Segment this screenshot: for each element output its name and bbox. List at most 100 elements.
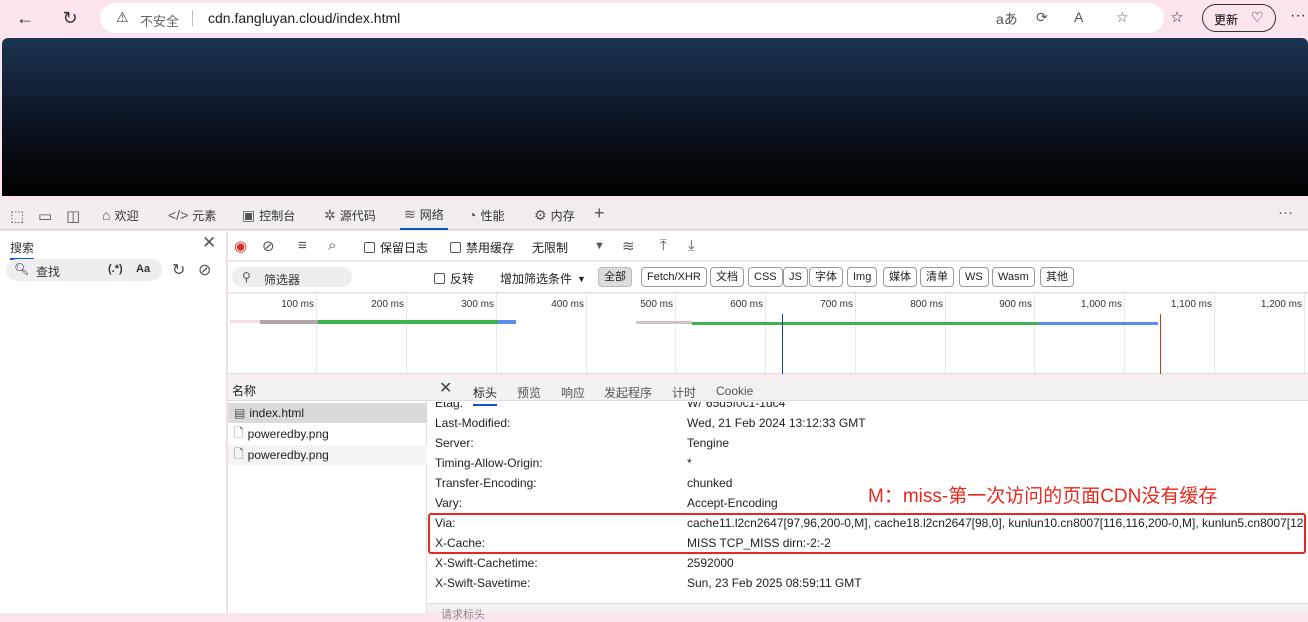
checkbox-box[interactable]: [434, 273, 445, 284]
gauge-icon: ◔: [468, 207, 477, 223]
checkbox-box[interactable]: [364, 242, 375, 253]
throttle-select[interactable]: 无限制: [532, 239, 568, 256]
search-tab[interactable]: 搜索: [10, 239, 35, 260]
tab-headers[interactable]: 标头: [473, 384, 498, 406]
tick-label: 1,000 ms: [1080, 299, 1122, 310]
record-icon[interactable]: ◉: [234, 237, 247, 255]
network-conditions-icon[interactable]: ≋: [622, 237, 635, 255]
devtools-more-icon[interactable]: ···: [1278, 204, 1293, 221]
insecure-label: 不安全: [140, 14, 180, 29]
request-headers-section: 请求标头: [427, 603, 1308, 621]
type-filter-ws[interactable]: WS: [959, 267, 989, 287]
tab-response[interactable]: 响应: [561, 384, 585, 401]
type-filter-img[interactable]: Img: [847, 267, 878, 287]
inspect-icon[interactable]: ⬚: [10, 207, 24, 225]
timeline-overview[interactable]: 100 ms 200 ms 300 ms 400 ms 500 ms 600 m…: [228, 294, 1308, 374]
close-icon[interactable]: ✕: [439, 378, 452, 398]
request-row[interactable]: 🗋︎ poweredby.png: [228, 424, 427, 444]
update-button[interactable]: 更新 ♡: [1202, 4, 1276, 32]
reload-icon[interactable]: ↻: [57, 6, 83, 30]
address-bar[interactable]: ⚠ 不安全 cdn.fangluyan.cloud/index.html aあ …: [100, 3, 1164, 33]
tab-welcome[interactable]: ⌂ 欢迎: [98, 200, 142, 230]
header-value: Tengine: [687, 436, 730, 450]
invert-checkbox[interactable]: 反转: [434, 270, 474, 287]
request-row[interactable]: ▤ index.html: [228, 403, 427, 423]
more-filters-dropdown[interactable]: 增加筛选条件 ▼: [500, 270, 586, 287]
tab-console[interactable]: ▣ 控制台: [238, 200, 299, 230]
header-name: Server:: [435, 436, 474, 450]
search-input[interactable]: 🔍︎ 查找 (.*) Aa: [6, 259, 162, 281]
type-filter-font[interactable]: 字体: [809, 267, 843, 287]
header-name: Last-Modified:: [435, 416, 511, 430]
tab-sources[interactable]: ✲ 源代码: [320, 200, 380, 230]
tab-memory[interactable]: ⚙ 内存: [530, 200, 579, 230]
device-emulation-icon[interactable]: ▭: [38, 207, 52, 225]
checkbox-label: 反转: [450, 272, 475, 286]
favorites-icon[interactable]: ☆: [1164, 6, 1190, 30]
tab-initiator[interactable]: 发起程序: [604, 384, 652, 401]
type-filter-media[interactable]: 媒体: [883, 267, 917, 287]
tab-label: 控制台: [259, 208, 296, 223]
tab-elements[interactable]: </> 元素: [164, 200, 220, 230]
type-filter-css[interactable]: CSS: [748, 267, 783, 287]
tab-label: 元素: [192, 208, 217, 223]
type-filter-wasm[interactable]: Wasm: [992, 267, 1035, 287]
tab-label: 源代码: [339, 208, 376, 223]
grid-line: [586, 294, 587, 374]
chip-icon: ⚙: [534, 206, 547, 223]
waterfall-bar: [318, 320, 498, 324]
favorite-star-icon[interactable]: ☆: [1116, 9, 1129, 26]
grid-line: [496, 294, 497, 374]
update-label: 更新: [1214, 13, 1239, 27]
refresh-icon[interactable]: ↻: [172, 260, 185, 280]
grid-line: [1214, 294, 1215, 374]
column-name: 名称: [232, 384, 257, 398]
export-icon[interactable]: ⤓: [688, 237, 695, 254]
request-row[interactable]: 🗋︎ poweredby.png: [228, 445, 427, 465]
tab-label: 网络: [419, 207, 444, 222]
regex-toggle[interactable]: (.*): [108, 263, 123, 275]
import-icon[interactable]: ⤒: [660, 237, 667, 254]
search-icon[interactable]: ⌕: [328, 237, 336, 254]
checkbox-box[interactable]: [450, 242, 461, 253]
filter-placeholder: 筛选器: [264, 273, 301, 287]
filter-toggle-icon[interactable]: ≡: [298, 237, 307, 254]
tab-cookie[interactable]: Cookie: [716, 384, 753, 398]
type-filter-doc[interactable]: 文档: [710, 267, 744, 287]
preserve-log-checkbox[interactable]: 保留日志: [364, 239, 428, 256]
tab-timing[interactable]: 计时: [672, 384, 696, 401]
text-size-icon[interactable]: A: [1074, 9, 1083, 25]
type-filter-other[interactable]: 其他: [1040, 267, 1074, 287]
tab-network[interactable]: ≋ 网络: [400, 200, 448, 230]
clear-log-icon[interactable]: ⊘: [262, 237, 275, 255]
console-icon: ▣: [242, 206, 256, 223]
type-filter-fetch[interactable]: Fetch/XHR: [641, 267, 707, 287]
tick-label: 1,200 ms: [1260, 299, 1302, 310]
search-placeholder: 查找: [36, 265, 61, 279]
tab-performance[interactable]: ◔ 性能: [464, 200, 508, 230]
refresh-circle-icon[interactable]: ⟳: [1036, 9, 1048, 26]
more-menu-icon[interactable]: ···: [1290, 7, 1306, 25]
type-filter-js[interactable]: JS: [783, 267, 808, 287]
match-case-toggle[interactable]: Aa: [136, 263, 150, 275]
tab-preview[interactable]: 预览: [517, 384, 541, 401]
grid-line: [1034, 294, 1035, 374]
tick-label: 200 ms: [371, 299, 404, 310]
chevron-down-icon[interactable]: ▼: [594, 240, 605, 252]
read-aloud-icon[interactable]: aあ: [996, 9, 1018, 29]
request-list-header[interactable]: 名称: [228, 375, 427, 401]
add-tab-icon[interactable]: +: [594, 203, 605, 224]
checkbox-label: 禁用缓存: [466, 241, 515, 255]
filter-input[interactable]: ⚲ 筛选器: [232, 267, 352, 287]
url-text[interactable]: cdn.fangluyan.cloud/index.html: [208, 10, 400, 26]
dock-icon[interactable]: ◫: [66, 207, 80, 225]
highlight-box: [428, 513, 1306, 554]
close-icon[interactable]: ✕: [202, 233, 216, 253]
disable-cache-checkbox[interactable]: 禁用缓存: [450, 239, 514, 256]
back-arrow-icon[interactable]: ←: [12, 6, 38, 30]
header-name: Timing-Allow-Origin:: [435, 456, 543, 470]
waterfall-bar: [260, 320, 318, 324]
clear-icon[interactable]: ⊘: [198, 260, 211, 280]
type-filter-all[interactable]: 全部: [598, 267, 632, 287]
type-filter-manifest[interactable]: 清单: [920, 267, 954, 287]
